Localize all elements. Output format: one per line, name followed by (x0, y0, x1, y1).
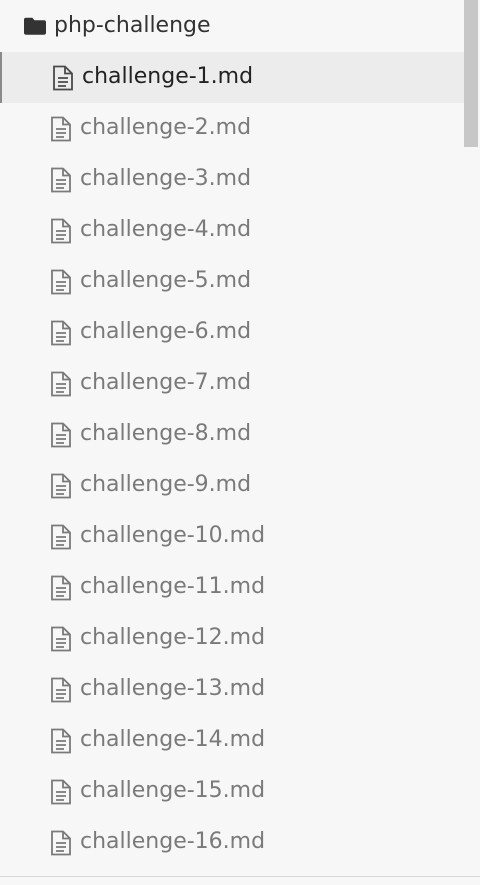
file-row-challenge-15[interactable]: challenge-15.md (0, 766, 464, 817)
file-row-challenge-1[interactable]: challenge-1.md (0, 52, 464, 103)
scrollbar-thumb[interactable] (464, 0, 478, 147)
file-text-icon (51, 320, 71, 346)
file-label: challenge-13.md (80, 676, 266, 701)
file-label: challenge-2.md (80, 115, 252, 140)
file-text-icon (51, 626, 71, 652)
folder-label: php-challenge (54, 13, 211, 38)
file-row-challenge-2[interactable]: challenge-2.md (0, 103, 464, 154)
file-text-icon (51, 269, 71, 295)
folder-row[interactable]: php-challenge (0, 1, 464, 51)
file-text-icon (53, 65, 73, 91)
file-row-challenge-10[interactable]: challenge-10.md (0, 511, 464, 562)
panel-edge (480, 0, 488, 885)
file-row-challenge-5[interactable]: challenge-5.md (0, 256, 464, 307)
file-row-challenge-4[interactable]: challenge-4.md (0, 205, 464, 256)
file-row-challenge-16[interactable]: challenge-16.md (0, 817, 464, 868)
file-label: challenge-12.md (80, 625, 266, 650)
file-text-icon (51, 677, 71, 703)
file-label: challenge-4.md (80, 217, 252, 242)
file-label: challenge-7.md (80, 370, 252, 395)
file-text-icon (51, 830, 71, 856)
file-text-icon (51, 371, 71, 397)
file-label: challenge-14.md (80, 727, 266, 752)
file-text-icon (51, 728, 71, 754)
file-text-icon (51, 524, 71, 550)
file-row-challenge-11[interactable]: challenge-11.md (0, 562, 464, 613)
file-label: challenge-3.md (80, 166, 252, 191)
file-label: challenge-8.md (80, 421, 252, 446)
file-tree: php-challenge challenge-1.md challenge-2… (0, 0, 464, 885)
file-label: challenge-5.md (80, 268, 252, 293)
file-list: challenge-1.md challenge-2.md challenge-… (0, 52, 464, 868)
file-row-challenge-8[interactable]: challenge-8.md (0, 409, 464, 460)
file-text-icon (51, 779, 71, 805)
file-row-challenge-6[interactable]: challenge-6.md (0, 307, 464, 358)
file-label: challenge-11.md (80, 574, 266, 599)
file-text-icon (51, 116, 71, 142)
file-label: challenge-16.md (80, 829, 266, 854)
file-row-challenge-7[interactable]: challenge-7.md (0, 358, 464, 409)
file-text-icon (51, 473, 71, 499)
bottom-divider (0, 876, 480, 877)
file-label: challenge-9.md (80, 472, 252, 497)
file-row-challenge-14[interactable]: challenge-14.md (0, 715, 464, 766)
file-row-challenge-12[interactable]: challenge-12.md (0, 613, 464, 664)
file-text-icon (51, 575, 71, 601)
file-text-icon (51, 167, 71, 193)
folder-icon (24, 17, 46, 35)
file-text-icon (51, 422, 71, 448)
file-label: challenge-15.md (80, 778, 266, 803)
file-row-challenge-9[interactable]: challenge-9.md (0, 460, 464, 511)
file-row-challenge-3[interactable]: challenge-3.md (0, 154, 464, 205)
file-label: challenge-6.md (80, 319, 252, 344)
file-label: challenge-1.md (82, 64, 254, 89)
file-text-icon (51, 218, 71, 244)
file-row-challenge-13[interactable]: challenge-13.md (0, 664, 464, 715)
file-label: challenge-10.md (80, 523, 266, 548)
